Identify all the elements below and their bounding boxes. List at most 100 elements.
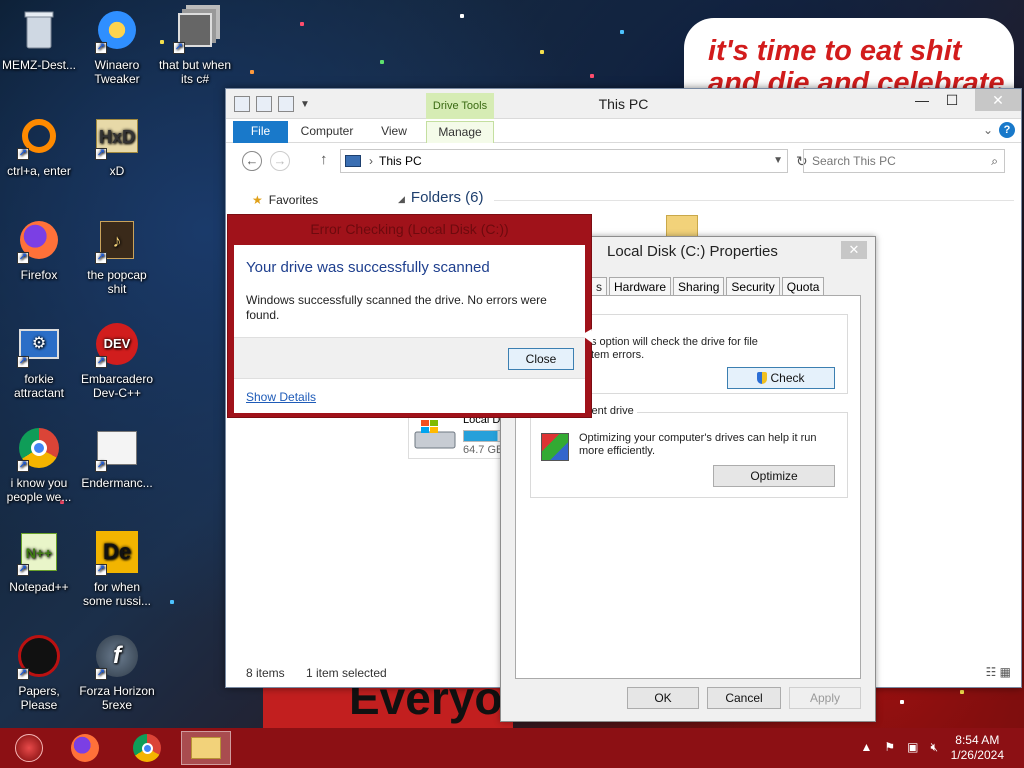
tab-view[interactable]: View <box>370 121 418 143</box>
desktop-icon-endermanch[interactable]: ↗ Endermanc... <box>78 424 156 490</box>
desktop-icon-winaero[interactable]: ↗ Winaero Tweaker <box>78 6 156 86</box>
close-button[interactable]: ✕ <box>975 89 1021 111</box>
view-toggle-icons[interactable]: ☷ ▦ <box>986 665 1011 679</box>
tab-manage[interactable]: Manage <box>426 121 494 143</box>
divider <box>494 200 1014 201</box>
desktop-icon-ctrl-a[interactable]: ↗ ctrl+a, enter <box>0 112 78 178</box>
papers-please-icon: ↗ <box>15 632 63 680</box>
back-button[interactable]: ← <box>242 151 262 171</box>
desktop-icon-forza[interactable]: f ↗ Forza Horizon 5rexe <box>78 632 156 712</box>
check-label: Check <box>770 371 805 385</box>
folder-icon[interactable] <box>666 215 698 237</box>
desktop-icon-label: MEMZ-Dest... <box>2 58 76 72</box>
taskbar-file-explorer[interactable] <box>181 731 231 765</box>
status-item-count: 8 items <box>246 666 285 680</box>
folders-header-label: Folders (6) <box>410 189 484 206</box>
system-tray: ▲ ⚑ ▣ 🔇︎ <box>860 740 938 755</box>
address-dropdown-icon[interactable]: ▼ <box>773 150 783 172</box>
tab-tools[interactable]: s <box>591 277 607 296</box>
taskbar-chrome[interactable] <box>122 731 172 765</box>
firefox-icon: ↗ <box>15 216 63 264</box>
search-input[interactable]: Search This PC ⌕ <box>803 149 1005 173</box>
this-pc-icon <box>345 155 361 167</box>
tab-computer[interactable]: Computer <box>294 121 360 143</box>
desktop-icon-de[interactable]: De ↗ for when some russi... <box>78 528 156 608</box>
breadcrumb-this-pc[interactable]: This PC <box>379 154 422 168</box>
taskbar-firefox[interactable] <box>60 731 110 765</box>
banner-text: it's time to eat shit <box>708 35 962 67</box>
check-button[interactable]: Check <box>727 367 835 389</box>
desktop-icon-label: Notepad++ <box>9 580 69 594</box>
error-checking-dialog[interactable]: Error Checking (Local Disk (C:)) Your dr… <box>227 214 592 418</box>
notepadpp-icon: N++ ↗ <box>15 528 63 576</box>
taskbar-clock[interactable]: 8:54 AM 1/26/2024 <box>951 733 1004 763</box>
desktop-icon-label: Endermanc... <box>81 476 153 490</box>
show-hidden-icons-icon[interactable]: ▲ <box>860 740 872 755</box>
chrome-icon: ↗ <box>15 424 63 472</box>
tab-security[interactable]: Security <box>726 277 780 296</box>
start-button[interactable] <box>4 731 54 765</box>
ok-button[interactable]: OK <box>627 687 699 709</box>
nav-item-favorites[interactable]: ★ Favorites <box>252 193 318 207</box>
up-button[interactable]: ↑ <box>320 151 328 168</box>
desktop-icon-memz[interactable]: MEMZ-Dest... <box>0 6 78 72</box>
clock-time: 8:54 AM <box>955 733 1000 747</box>
breadcrumb-sep-icon: › <box>369 154 373 168</box>
close-dialog-button[interactable]: Close <box>508 348 574 370</box>
desktop-icon-xd[interactable]: HxD ↗ xD <box>78 112 156 178</box>
explorer-titlebar[interactable]: ▼ Drive Tools This PC — ☐ ✕ <box>226 89 1021 119</box>
forward-button[interactable]: → <box>270 151 290 171</box>
desktop-icon-label: xD <box>109 164 125 178</box>
tab-quota[interactable]: Quota <box>781 277 825 296</box>
recycle-bin-icon <box>15 6 63 54</box>
ribbon-expand-icon[interactable]: ⌄ <box>983 123 993 137</box>
volume-muted-icon[interactable]: 🔇︎ <box>930 740 938 755</box>
document-window-icon: ↗ <box>93 424 141 472</box>
maximize-button[interactable]: ☐ <box>937 89 967 111</box>
optimize-button[interactable]: Optimize <box>713 465 835 487</box>
desktop-icon-label: that but when its c# <box>158 58 232 86</box>
orange-ring-icon: ↗ <box>15 112 63 160</box>
defrag-icon <box>541 433 569 461</box>
desktop-icon-chrome[interactable]: ↗ i know you people we... <box>0 424 78 504</box>
address-bar[interactable]: › This PC ▼ <box>340 149 788 173</box>
help-icon[interactable]: ? <box>999 122 1015 138</box>
desktop-icon-notepadpp[interactable]: N++ ↗ Notepad++ <box>0 528 78 594</box>
desktop-icon-papers-please[interactable]: ↗ Papers, Please <box>0 632 78 712</box>
desktop-icon-label: Embarcadero Dev-C++ <box>80 372 154 400</box>
desktop-icon-forkie[interactable]: ⚙ ↗ forkie attractant <box>0 320 78 400</box>
error-checking-dialog-title: Error Checking (Local Disk (C:)) <box>310 221 509 237</box>
desktop-icon-csharp[interactable]: ↗ that but when its c# <box>156 6 234 86</box>
properties-tabs: s Hardware Sharing Security Quota <box>591 277 826 297</box>
properties-title: Local Disk (C:) Properties <box>607 243 778 260</box>
ribbon-tabs: File Computer View Manage ⌄ ? <box>226 119 1021 143</box>
navigation-bar: ← → ↑ › This PC ▼ ↻ Search This PC ⌕ <box>226 143 1021 179</box>
desktop-icon-popcap[interactable]: ♪ ↗ the popcap shit <box>78 216 156 296</box>
de-icon: De ↗ <box>93 528 141 576</box>
desktop-icon-devcpp[interactable]: DEV ↗ Embarcadero Dev-C++ <box>78 320 156 400</box>
show-details-link[interactable]: Show Details <box>246 390 316 404</box>
search-icon: ⌕ <box>991 154 998 168</box>
drive-size: 64.7 GB <box>463 444 504 456</box>
apply-button[interactable]: Apply <box>789 687 861 709</box>
action-center-flag-icon[interactable]: ⚑ <box>884 740 895 755</box>
tab-hardware[interactable]: Hardware <box>609 277 672 296</box>
minimize-button[interactable]: — <box>907 89 937 111</box>
tab-sharing[interactable]: Sharing <box>673 277 725 296</box>
properties-close-button[interactable]: ✕ <box>841 241 867 259</box>
desktop-icon-label: forkie attractant <box>13 372 65 400</box>
dialog-button-row: Close <box>234 337 585 379</box>
taskbar: ▲ ⚑ ▣ 🔇︎ 8:54 AM 1/26/2024 <box>0 728 1024 768</box>
search-placeholder: Search This PC <box>812 154 896 168</box>
drive-c-tile[interactable]: Local D 64.7 GB <box>408 411 508 459</box>
desktop-icon-label: Forza Horizon 5rexe <box>79 684 155 712</box>
cancel-button[interactable]: Cancel <box>707 687 781 709</box>
network-icon[interactable]: ▣ <box>907 740 918 755</box>
desktop-icon-firefox[interactable]: ↗ Firefox <box>0 216 78 282</box>
folders-group-header[interactable]: ◢ Folders (6) <box>398 189 483 206</box>
scan-result-heading: Your drive was successfully scanned <box>246 259 490 276</box>
tab-file[interactable]: File <box>233 121 288 143</box>
desktop-icon-label: the popcap shit <box>87 268 147 296</box>
start-orb-icon <box>15 734 43 762</box>
desktop-icon-label: ctrl+a, enter <box>7 164 71 178</box>
